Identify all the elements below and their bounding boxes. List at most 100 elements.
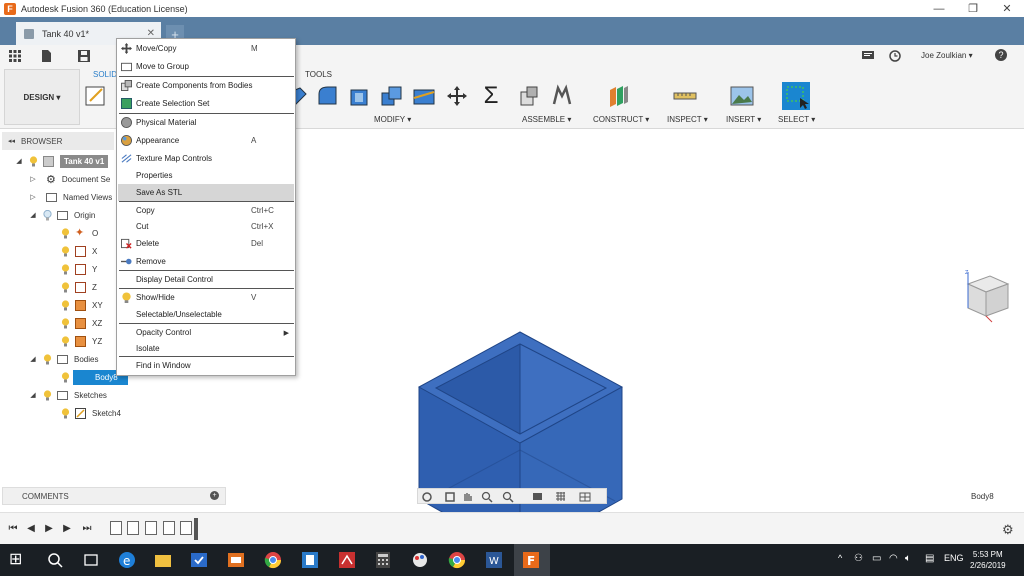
comments-panel[interactable]: COMMENTS + [2,487,226,505]
named-views-row[interactable]: ▷ Named Views [28,189,112,205]
notifications-icon[interactable] [862,50,874,62]
origin-item-z[interactable]: Z [56,279,97,295]
visibility-bulb-icon[interactable] [29,155,38,167]
origin-item-y[interactable]: Y [56,261,97,277]
menu-item-physical-material[interactable]: Physical Material [118,114,294,131]
visibility-bulb-icon[interactable] [43,389,52,401]
bodies-row[interactable]: ◢ Bodies [28,351,98,367]
menu-item-appearance[interactable]: Appearance A [118,132,294,149]
visibility-bulb-icon[interactable] [61,371,70,383]
menu-item-selectable[interactable]: Selectable/Unselectable [118,306,294,323]
minimize-button[interactable]: — [922,0,956,17]
expand-arrow-icon[interactable]: ▷ [28,174,38,184]
timeline-play-button[interactable]: ▶ [44,523,54,534]
edge-browser-icon[interactable]: e [118,551,136,569]
create-sketch-icon[interactable] [84,84,108,108]
tab-solid[interactable]: SOLID [93,70,117,79]
timeline-feature-extrude[interactable] [163,521,175,535]
volume-icon[interactable]: 🔈︎ [905,553,911,564]
shell-icon[interactable] [348,84,372,108]
visibility-bulb-icon[interactable] [61,299,70,311]
menu-item-display-detail-control[interactable]: Display Detail Control [118,271,294,288]
timeline-settings-icon[interactable]: ⚙ [1002,522,1014,538]
menu-item-properties[interactable]: Properties [118,167,294,184]
visibility-bulb-icon[interactable] [61,227,70,239]
maximize-button[interactable]: ❐ [956,0,990,17]
action-center-message-icon[interactable]: ▤ [925,553,934,564]
timeline-last-button[interactable]: ⏭ [82,523,92,534]
visibility-bulb-icon[interactable] [61,335,70,347]
menu-item-show-hide[interactable]: Show/Hide V [118,289,294,306]
browser-header[interactable]: ◂◂ BROWSER [2,132,114,150]
offset-plane-icon[interactable] [607,84,631,108]
language-indicator[interactable]: ENG [944,553,964,563]
joint-icon[interactable] [550,84,574,108]
parameters-sigma-icon[interactable]: Σ [479,84,503,108]
timeline-feature-extrude[interactable] [127,521,139,535]
expand-arrow-icon[interactable]: ▷ [28,192,38,202]
chrome-icon-2[interactable] [448,551,466,569]
origin-item-o[interactable]: ✦ O [56,225,98,241]
construct-group-label[interactable]: CONSTRUCT ▾ [593,115,649,124]
timeline-prev-button[interactable]: ◀ [26,523,36,534]
move-copy-icon[interactable] [445,84,469,108]
close-window-button[interactable]: ✕ [990,0,1024,17]
modify-group-label[interactable]: MODIFY ▾ [374,115,411,124]
fusion-360-taskbar-icon[interactable]: F [522,551,540,569]
expand-triangle-icon[interactable]: ◢ [14,156,24,166]
origin-row[interactable]: ◢ Origin [28,207,95,223]
menu-item-move-to-group[interactable]: Move to Group [118,58,294,75]
menu-item-save-as-stl[interactable]: Save As STL [118,184,294,201]
app-icon-blue[interactable] [301,551,319,569]
calculator-icon[interactable] [374,551,392,569]
insert-group-label[interactable]: INSERT ▾ [726,115,761,124]
timeline-feature-extrude[interactable] [180,521,192,535]
visibility-bulb-off-icon[interactable] [43,209,52,221]
menu-item-cut[interactable]: Cut Ctrl+X [118,218,294,235]
fillet-icon[interactable] [316,84,340,108]
help-icon[interactable]: ? [995,49,1007,61]
document-settings-row[interactable]: ▷ ⚙ Document Se [28,171,110,187]
menu-item-isolate[interactable]: Isolate [118,340,294,357]
menu-item-opacity-control[interactable]: Opacity Control ▶ [118,324,294,341]
menu-item-copy[interactable]: Copy Ctrl+C [118,202,294,219]
timeline-next-button[interactable]: ▶ [62,523,72,534]
measure-icon[interactable] [673,84,697,108]
workspace-switcher[interactable]: DESIGN ▾ [4,69,80,125]
collapse-triangle-icon[interactable]: ◢ [28,210,38,220]
viewcube-navigation[interactable]: Z [962,270,1012,324]
visibility-bulb-icon[interactable] [61,281,70,293]
collapse-browser-icon[interactable]: ◂◂ [8,137,15,145]
menu-item-remove[interactable]: Remove [118,253,294,270]
user-account-menu[interactable]: Joe Zoulkian ▾ [921,51,973,60]
visibility-bulb-icon[interactable] [61,263,70,275]
menu-item-find-in-window[interactable]: Find in Window [118,357,294,374]
display-settings-icon[interactable] [533,493,542,500]
look-at-icon[interactable] [445,492,455,502]
chrome-icon[interactable] [264,551,282,569]
menu-item-move-copy[interactable]: Move/Copy M [118,40,294,57]
visibility-bulb-icon[interactable] [61,317,70,329]
visibility-bulb-icon[interactable] [61,245,70,257]
media-app-icon[interactable] [227,551,245,569]
tab-tools[interactable]: TOOLS [305,70,332,79]
orbit-icon[interactable] [422,492,432,502]
timeline-feature-extrude[interactable] [145,521,157,535]
fit-icon[interactable] [502,491,514,503]
origin-item-yz[interactable]: YZ [56,333,102,349]
grid-settings-icon[interactable] [556,492,565,501]
select-group-label[interactable]: SELECT ▾ [778,115,815,124]
sketch4-row[interactable]: Sketch4 [56,405,121,421]
wifi-icon[interactable]: ◠ [889,553,898,564]
new-component-icon[interactable] [518,84,542,108]
menu-item-create-components[interactable]: Create Components from Bodies [118,77,294,94]
menu-item-texture-map[interactable]: Texture Map Controls [118,150,294,167]
insert-canvas-icon[interactable] [730,84,754,108]
network-icon[interactable]: ▭ [872,553,881,564]
data-panel-grid-icon[interactable] [9,50,21,62]
collapse-triangle-icon[interactable]: ◢ [28,390,38,400]
taskbar-clock[interactable]: 5:53 PM 2/26/2019 [970,549,1006,571]
add-comment-icon[interactable]: + [210,491,219,500]
origin-item-xz[interactable]: XZ [56,315,102,331]
paint-app-icon[interactable] [411,551,429,569]
